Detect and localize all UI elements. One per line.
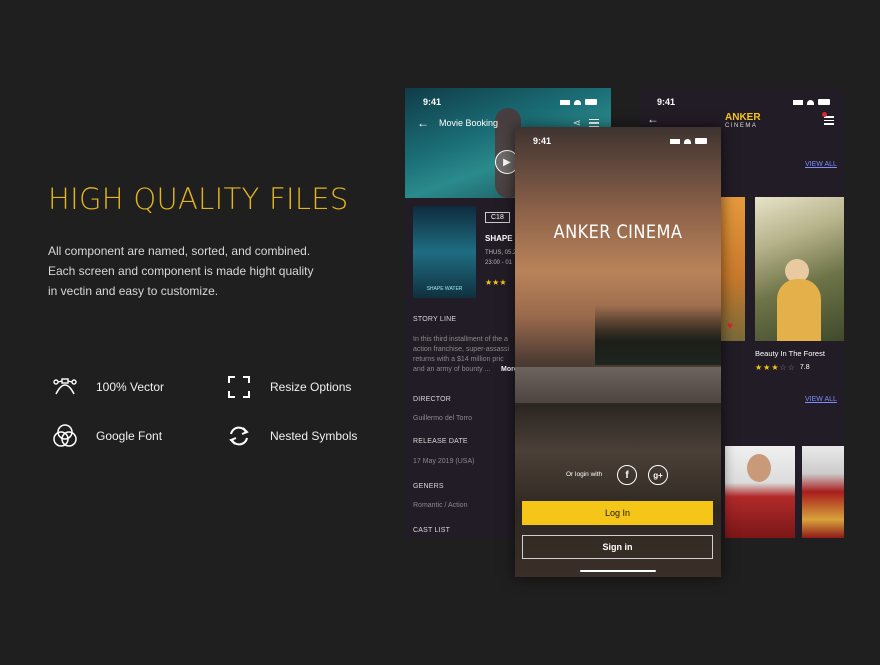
star-icon: ★ xyxy=(763,363,771,372)
venn-circles-icon xyxy=(53,424,77,447)
view-all-link[interactable]: VIEW ALL xyxy=(805,396,837,403)
feature-vector: 100% Vector xyxy=(52,374,164,400)
release-date-label: RELEASE DATE xyxy=(413,438,468,445)
facebook-icon[interactable]: f xyxy=(617,465,637,485)
login-button[interactable]: Log In xyxy=(522,501,713,525)
show-time: 23:00 - 01 xyxy=(485,260,513,266)
feature-font: Google Font xyxy=(52,423,162,449)
status-icons xyxy=(793,99,830,105)
story-text-line: action franchise, super-assassi xyxy=(413,346,510,353)
star-empty-icon: ☆ xyxy=(787,363,795,372)
feature-label: Resize Options xyxy=(270,380,352,394)
star-icon: ★ xyxy=(499,278,507,287)
google-plus-icon[interactable]: g+ xyxy=(648,465,668,485)
bezier-vector-icon xyxy=(53,378,77,395)
menu-icon[interactable] xyxy=(589,118,599,128)
movie-card-image[interactable] xyxy=(721,197,745,341)
promo-description: All component are named, sorted, and com… xyxy=(48,241,348,301)
director-value: Guillermo del Torro xyxy=(413,415,473,422)
brand-title: ANKER CINEMA xyxy=(553,221,683,243)
cast-face xyxy=(747,454,771,482)
cast-card-image[interactable] xyxy=(802,446,844,538)
feature-symbols: Nested Symbols xyxy=(226,423,357,449)
person-body xyxy=(777,279,821,341)
movie-stars: ★★★ xyxy=(485,272,507,290)
rating-value: 7.8 xyxy=(799,364,810,371)
feature-resize: Resize Options xyxy=(226,374,351,400)
promo-description-line: Each screen and component is made hight … xyxy=(48,264,314,278)
movie-card-image[interactable] xyxy=(755,197,844,341)
resize-frame-icon xyxy=(228,376,250,398)
release-date-value: 17 May 2019 (USA) xyxy=(413,458,475,465)
home-indicator xyxy=(580,570,656,572)
status-icons xyxy=(670,138,707,144)
story-line-label: STORY LINE xyxy=(413,316,457,323)
brand-line2: CINEMA xyxy=(725,123,758,129)
heart-icon[interactable]: ♥ xyxy=(727,321,733,332)
genres-value: Romantic / Action xyxy=(413,502,468,509)
phone-login-screen: 9:41 ANKER CINEMA Or login with f g+ Log… xyxy=(515,127,721,577)
promo-description-line: in vectin and easy to customize. xyxy=(48,284,219,298)
or-login-with-label: Or login with xyxy=(566,471,603,478)
status-icons xyxy=(560,99,597,105)
story-line-text: In this third installment of the a actio… xyxy=(413,335,509,375)
show-date: THUS, 05.2 xyxy=(485,250,517,256)
brand-logo: ANKER CINEMA xyxy=(725,112,761,129)
status-bar: 9:41 xyxy=(515,131,721,151)
card-title: Beauty In The Forest xyxy=(755,349,825,358)
feature-label: 100% Vector xyxy=(96,380,165,394)
menu-icon[interactable] xyxy=(822,112,834,125)
status-bar: 9:41 xyxy=(639,92,844,112)
poster-caption: SHAPE WATER xyxy=(426,286,463,292)
story-text-line: In this third installment of the a xyxy=(413,336,508,343)
lake-water xyxy=(515,367,721,403)
card-rating: ★ ★ ★ ☆ ☆ 7.8 xyxy=(755,363,810,372)
star-empty-icon: ☆ xyxy=(779,363,787,372)
sign-in-button[interactable]: Sign in xyxy=(522,535,713,559)
cast-card-image[interactable] xyxy=(725,446,795,538)
cast-list-label: CAST LIST xyxy=(413,527,451,534)
age-rating-badge: C18 xyxy=(485,212,510,223)
promo-description-line: All component are named, sorted, and com… xyxy=(48,244,311,258)
director-label: DIRECTOR xyxy=(413,396,452,403)
tree-line xyxy=(595,305,721,365)
status-time: 9:41 xyxy=(423,97,442,107)
feature-label: Google Font xyxy=(96,429,163,443)
back-arrow-icon[interactable]: ← xyxy=(647,112,659,126)
promo-title: HIGH QUALITY FILES xyxy=(48,182,349,216)
story-text-line: returns with a $14 million pric xyxy=(413,356,504,363)
refresh-arrows-icon xyxy=(229,426,249,446)
status-time: 9:41 xyxy=(533,136,552,146)
star-icon: ★ xyxy=(771,363,779,372)
story-text-line: and an army of bounty ... xyxy=(413,366,491,373)
status-bar: 9:41 xyxy=(405,92,611,112)
brand-line1: ANKER xyxy=(725,112,761,123)
feature-label: Nested Symbols xyxy=(270,429,358,443)
genres-label: GENERS xyxy=(413,483,444,490)
star-icon: ★ xyxy=(755,363,763,372)
movie-poster[interactable]: SHAPE WATER xyxy=(413,206,476,298)
view-all-link[interactable]: VIEW ALL xyxy=(805,161,837,168)
header-title: Movie Booking xyxy=(439,118,499,128)
back-arrow-icon[interactable]: ← xyxy=(417,116,429,130)
status-time: 9:41 xyxy=(657,97,676,107)
